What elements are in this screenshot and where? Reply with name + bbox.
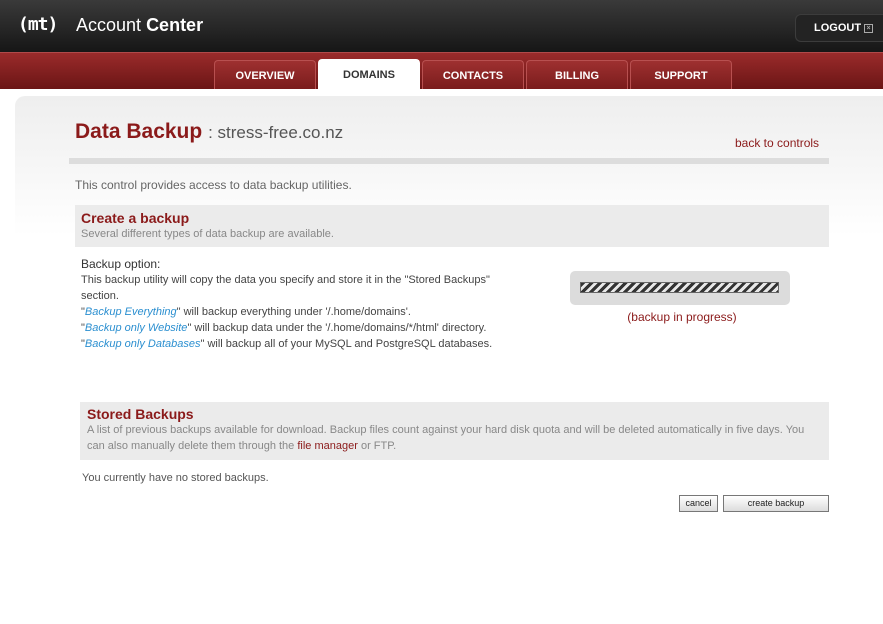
tab-billing[interactable]: BILLING — [526, 60, 628, 89]
app-title: Account Center — [76, 15, 204, 35]
backup-progress-label: (backup in progress) — [627, 310, 737, 324]
title-divider — [69, 158, 829, 164]
create-backup-button[interactable]: create backup — [723, 495, 829, 512]
backup-website-line: "Backup only Website" will backup data u… — [81, 322, 487, 334]
stored-backups-header: Stored Backups A list of previous backup… — [80, 402, 829, 460]
mt-logo[interactable]: (mt) — [18, 14, 58, 35]
backup-option-label: Backup option: — [81, 257, 161, 271]
backup-databases-line: "Backup only Databases" will backup all … — [81, 338, 493, 350]
logout-label: LOGOUT — [814, 22, 862, 34]
file-manager-link[interactable]: file manager — [297, 440, 358, 452]
create-backup-header: Create a backup Several different types … — [75, 205, 829, 247]
backup-option-intro: This backup utility will copy the data y… — [81, 274, 490, 302]
backup-everything-line: "Backup Everything" will backup everythi… — [81, 306, 411, 318]
progress-container — [570, 271, 790, 305]
backup-website-link[interactable]: Backup only Website — [85, 322, 188, 334]
stored-backups-title: Stored Backups — [87, 406, 194, 422]
domain-name: stress-free.co.nz — [217, 123, 344, 142]
tab-support[interactable]: SUPPORT — [630, 60, 732, 89]
create-backup-title: Create a backup — [81, 210, 190, 226]
backup-databases-link[interactable]: Backup only Databases — [85, 338, 201, 350]
backup-option-info: Backup option: This backup utility will … — [81, 256, 501, 352]
main-nav: OVERVIEW DOMAINS CONTACTS BILLING SUPPOR… — [0, 52, 883, 90]
backup-progress-bar — [580, 282, 779, 293]
content-panel — [15, 96, 883, 624]
create-backup-description: Several different types of data backup a… — [81, 228, 334, 240]
header-bar: (mt) Account Center LOGOUT × — [0, 0, 883, 52]
no-backups-message: You currently have no stored backups. — [82, 472, 269, 484]
back-to-controls-link[interactable]: back to controls — [735, 136, 819, 150]
backup-everything-link[interactable]: Backup Everything — [85, 306, 177, 318]
tab-domains[interactable]: DOMAINS — [318, 59, 420, 90]
logout-button[interactable]: LOGOUT × — [795, 14, 883, 42]
close-icon: × — [864, 23, 874, 33]
page-title: Data Backup : stress-free.co.nz — [75, 120, 344, 143]
stored-backups-description: A list of previous backups available for… — [87, 424, 805, 452]
tab-contacts[interactable]: CONTACTS — [422, 60, 524, 89]
intro-text: This control provides access to data bac… — [75, 178, 352, 192]
cancel-button[interactable]: cancel — [679, 495, 718, 512]
tab-overview[interactable]: OVERVIEW — [214, 60, 316, 89]
